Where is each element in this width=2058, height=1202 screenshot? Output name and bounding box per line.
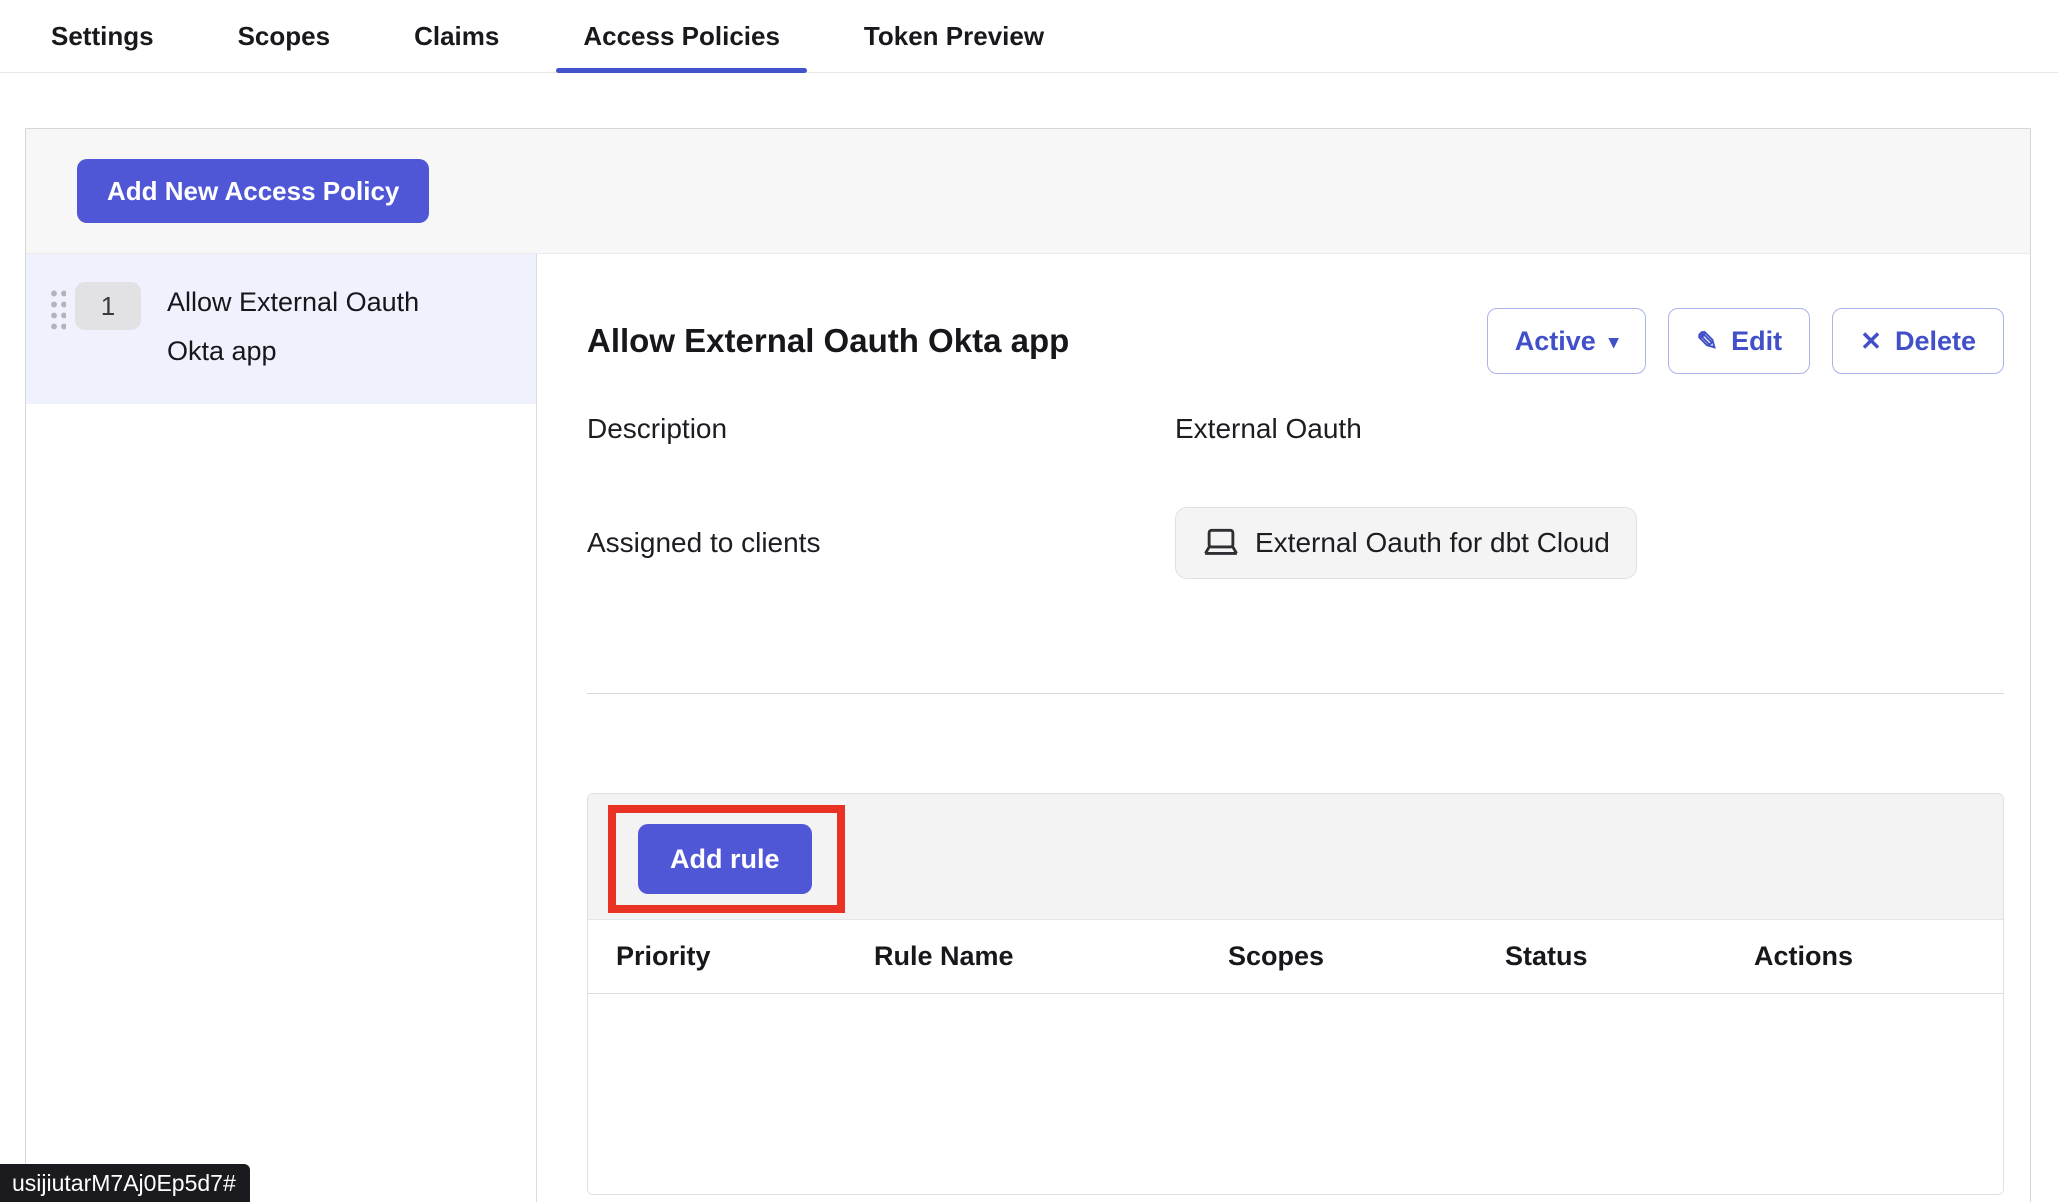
section-divider [587, 693, 2004, 694]
col-priority: Priority [616, 941, 874, 972]
description-value: External Oauth [1175, 413, 1362, 445]
rules-table-header: Priority Rule Name Scopes Status Actions [588, 920, 2003, 994]
drag-handle-icon[interactable] [48, 286, 66, 334]
tab-access-policies[interactable]: Access Policies [556, 0, 807, 72]
edit-policy-button[interactable]: ✎ Edit [1668, 308, 1810, 374]
description-label: Description [587, 413, 1175, 445]
delete-policy-button[interactable]: ✕ Delete [1832, 308, 2004, 374]
policy-title-row: Allow External Oauth Okta app Active ▾ ✎… [587, 308, 2004, 374]
laptop-icon [1202, 527, 1240, 559]
tab-claims[interactable]: Claims [387, 0, 526, 72]
policy-order-badge: 1 [75, 282, 141, 330]
delete-label: Delete [1895, 326, 1976, 357]
pencil-icon: ✎ [1696, 326, 1718, 357]
tab-token-preview[interactable]: Token Preview [837, 0, 1071, 72]
x-icon: ✕ [1860, 326, 1882, 357]
client-chip-label: External Oauth for dbt Cloud [1255, 527, 1610, 559]
client-chip[interactable]: External Oauth for dbt Cloud [1175, 507, 1637, 579]
policy-title: Allow External Oauth Okta app [587, 322, 1069, 360]
rules-card: Add rule Priority Rule Name Scopes Statu… [587, 793, 2004, 1195]
policy-name: Allow External Oauth Okta app [167, 278, 467, 376]
col-actions: Actions [1754, 941, 2003, 972]
tab-scopes[interactable]: Scopes [211, 0, 358, 72]
policy-list: 1 Allow External Oauth Okta app [26, 254, 537, 1202]
panel-toolbar: Add New Access Policy [26, 129, 2030, 254]
col-scopes: Scopes [1228, 941, 1505, 972]
policy-status-dropdown[interactable]: Active ▾ [1487, 308, 1647, 374]
rules-toolbar: Add rule [588, 794, 2003, 920]
assigned-clients-row: Assigned to clients External Oauth for d… [587, 507, 2004, 579]
col-rule-name: Rule Name [874, 941, 1228, 972]
tab-bar: Settings Scopes Claims Access Policies T… [0, 0, 2058, 73]
add-new-access-policy-button[interactable]: Add New Access Policy [77, 159, 429, 223]
panel-body: 1 Allow External Oauth Okta app Allow Ex… [26, 254, 2030, 1202]
tab-settings[interactable]: Settings [24, 0, 181, 72]
edit-label: Edit [1731, 326, 1782, 357]
caret-down-icon: ▾ [1609, 331, 1619, 354]
link-preview-status-bar: usijiutarM7Aj0Ep5d7# [0, 1164, 250, 1202]
status-label: Active [1515, 326, 1596, 357]
policy-detail: Allow External Oauth Okta app Active ▾ ✎… [537, 254, 2030, 1202]
page: Settings Scopes Claims Access Policies T… [0, 0, 2058, 1202]
add-rule-button[interactable]: Add rule [638, 824, 812, 894]
policy-list-item[interactable]: 1 Allow External Oauth Okta app [26, 254, 536, 404]
description-row: Description External Oauth [587, 409, 2004, 449]
assigned-clients-label: Assigned to clients [587, 527, 1175, 559]
rules-table-body [588, 994, 2003, 1194]
access-policies-panel: Add New Access Policy 1 Allow External O… [25, 128, 2031, 1202]
policy-actions: Active ▾ ✎ Edit ✕ Delete [1487, 308, 2004, 374]
col-status: Status [1505, 941, 1754, 972]
